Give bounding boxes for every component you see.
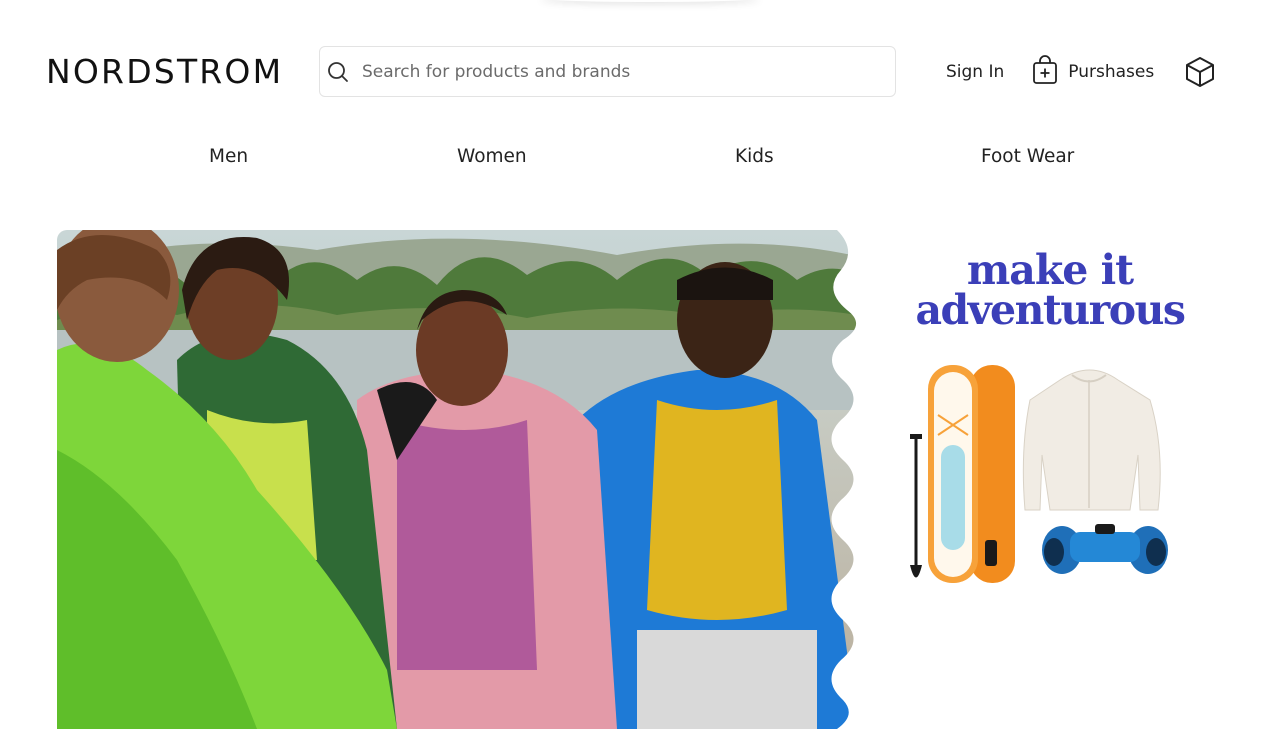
promo-headline-line1: make it bbox=[966, 246, 1134, 294]
nav-item-women[interactable]: Women bbox=[457, 146, 527, 167]
search-icon[interactable] bbox=[327, 61, 349, 83]
paddle-board-icon bbox=[928, 365, 1015, 583]
site-header: NORDSTROM Sign In Purshases bbox=[0, 0, 1280, 130]
promo-products-illustration bbox=[910, 365, 1168, 583]
purchases-label: Purshases bbox=[1068, 62, 1155, 82]
binoculars-icon bbox=[1042, 524, 1168, 574]
nav-item-kids[interactable]: Kids bbox=[735, 146, 774, 167]
paddle-icon bbox=[910, 434, 922, 578]
promo-headline-line2: adventurous bbox=[915, 286, 1186, 334]
hero-banner-image[interactable] bbox=[57, 230, 873, 729]
nav-item-men[interactable]: Men bbox=[209, 146, 248, 167]
search-bar[interactable] bbox=[319, 46, 896, 97]
purchases-link[interactable]: Purshases bbox=[1032, 55, 1154, 89]
shopping-bag-plus-icon bbox=[1032, 55, 1058, 89]
sherpa-jacket-icon bbox=[1022, 369, 1161, 511]
promo-headline: make it adventurous bbox=[890, 246, 1210, 334]
search-input[interactable] bbox=[362, 61, 862, 82]
promo-panel[interactable]: make it adventurous bbox=[890, 250, 1210, 610]
hero-photo-illustration bbox=[57, 230, 873, 729]
nav-item-footwear[interactable]: Foot Wear bbox=[981, 146, 1074, 167]
package-box-icon[interactable] bbox=[1185, 56, 1215, 88]
hero-wave-edge bbox=[831, 230, 873, 729]
header-actions: Sign In Purshases bbox=[946, 52, 1215, 92]
category-nav: Men Women Kids Foot Wear bbox=[0, 146, 1280, 176]
brand-logo[interactable]: NORDSTROM bbox=[46, 53, 283, 91]
sign-in-link[interactable]: Sign In bbox=[946, 62, 1004, 82]
